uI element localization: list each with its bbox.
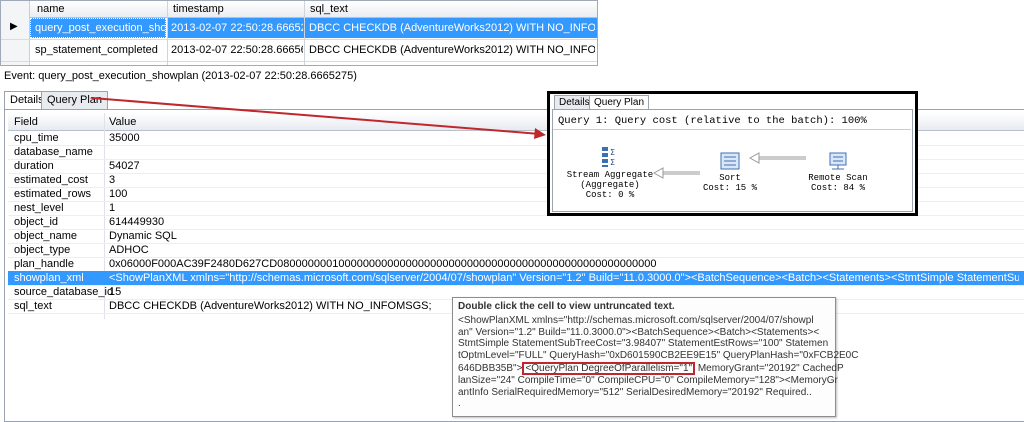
query-plan-window: Details Query Plan Query 1: Query cost (…: [547, 91, 918, 216]
plan-flow-arrows: [652, 152, 806, 179]
